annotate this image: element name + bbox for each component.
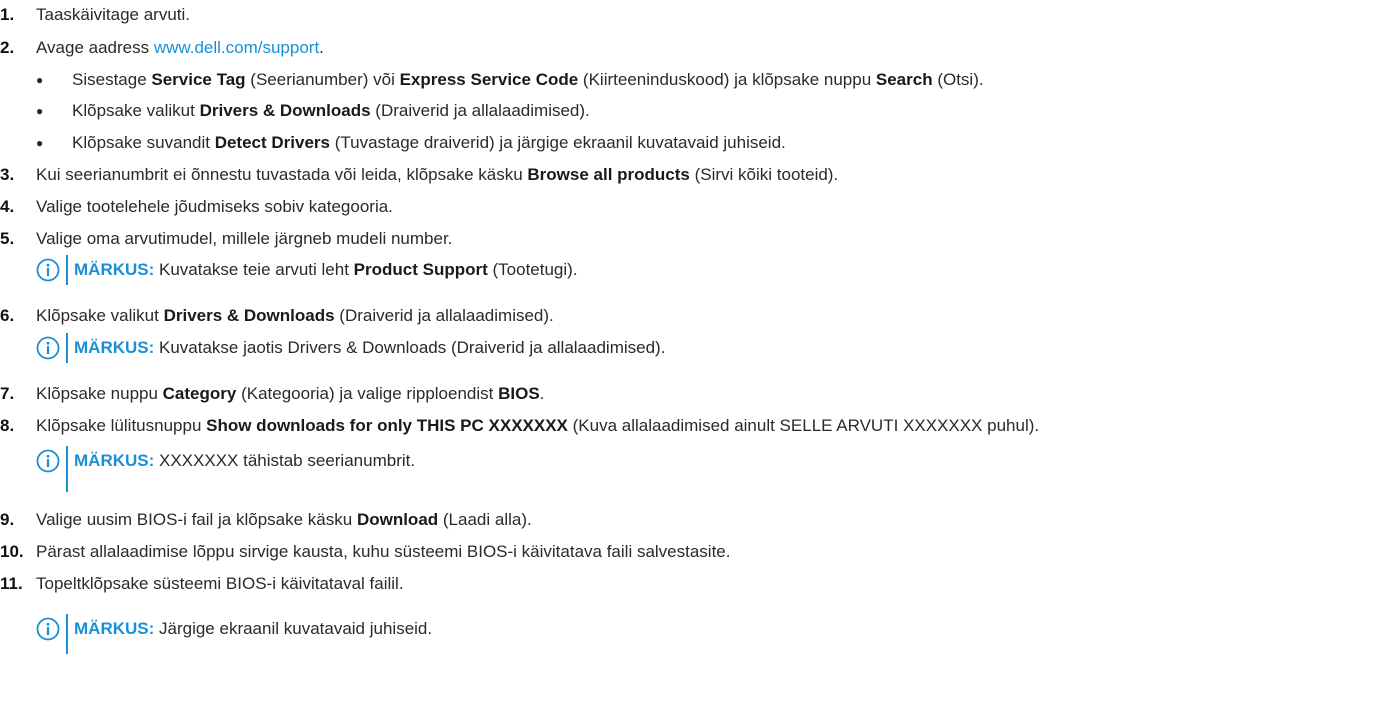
bullet-text: Klõpsake valikut Drivers & Downloads (Dr… — [72, 101, 590, 120]
step-text: Pärast allalaadimise lõppu sirvige kaust… — [36, 542, 731, 561]
note-divider — [66, 614, 68, 654]
note-divider — [66, 446, 68, 492]
support-link[interactable]: www.dell.com/support — [154, 38, 319, 57]
info-icon — [36, 617, 60, 641]
document-page: { "steps": [ {"num": "1.", "text": "Taas… — [0, 0, 1381, 720]
info-icon — [36, 258, 60, 282]
step-text: Topeltklõpsake süsteemi BIOS-i käivitata… — [36, 574, 404, 593]
bullet-text: Sisestage Service Tag (Seerianumber) või… — [72, 70, 984, 89]
step-text: Klõpsake valikut Drivers & Downloads (Dr… — [36, 306, 554, 325]
step-text: Avage aadress www.dell.com/support. — [36, 36, 324, 60]
note-text: MÄRKUS: Kuvatakse teie arvuti leht Produ… — [74, 260, 578, 279]
step-text: Klõpsake lülitusnuppu Show downloads for… — [36, 416, 1040, 435]
step-number: 6. — [0, 306, 15, 325]
step-number: 7. — [0, 384, 15, 403]
info-icon — [36, 449, 60, 473]
step-text: Valige uusim BIOS-i fail ja klõpsake käs… — [36, 510, 532, 529]
step-number: 1. — [0, 5, 15, 24]
bullet-symbol: ● — [36, 73, 44, 87]
step-text: Valige oma arvutimudel, millele järgneb … — [36, 229, 453, 248]
step-text-prefix: Avage aadress — [36, 38, 154, 57]
step-number: 8. — [0, 416, 15, 435]
info-icon — [36, 336, 60, 360]
bullet-symbol: ● — [36, 136, 44, 150]
step-text: Taaskäivitage arvuti. — [36, 5, 191, 24]
step-number: 3. — [0, 165, 15, 184]
step-number: 9. — [0, 510, 15, 529]
step-number: 11. — [0, 574, 23, 593]
note-text: MÄRKUS: XXXXXXX tähistab seerianumbrit. — [74, 451, 416, 470]
step-text: Kui seerianumbrit ei õnnestu tuvastada v… — [36, 165, 839, 184]
note-divider — [66, 333, 68, 363]
step-number: 10. — [0, 542, 24, 561]
step-text: Valige tootelehele jõudmiseks sobiv kate… — [36, 197, 393, 216]
note-text: MÄRKUS: Järgige ekraanil kuvatavaid juhi… — [74, 619, 433, 638]
bullet-text: Klõpsake suvandit Detect Drivers (Tuvast… — [72, 133, 786, 152]
step-number: 5. — [0, 229, 15, 248]
step-number: 4. — [0, 197, 15, 216]
step-text-suffix: . — [319, 38, 324, 57]
note-divider — [66, 255, 68, 285]
step-text: Klõpsake nuppu Category (Kategooria) ja … — [36, 384, 545, 403]
bullet-symbol: ● — [36, 104, 44, 118]
note-text: MÄRKUS: Kuvatakse jaotis Drivers & Downl… — [74, 338, 666, 357]
step-number: 2. — [0, 38, 15, 57]
